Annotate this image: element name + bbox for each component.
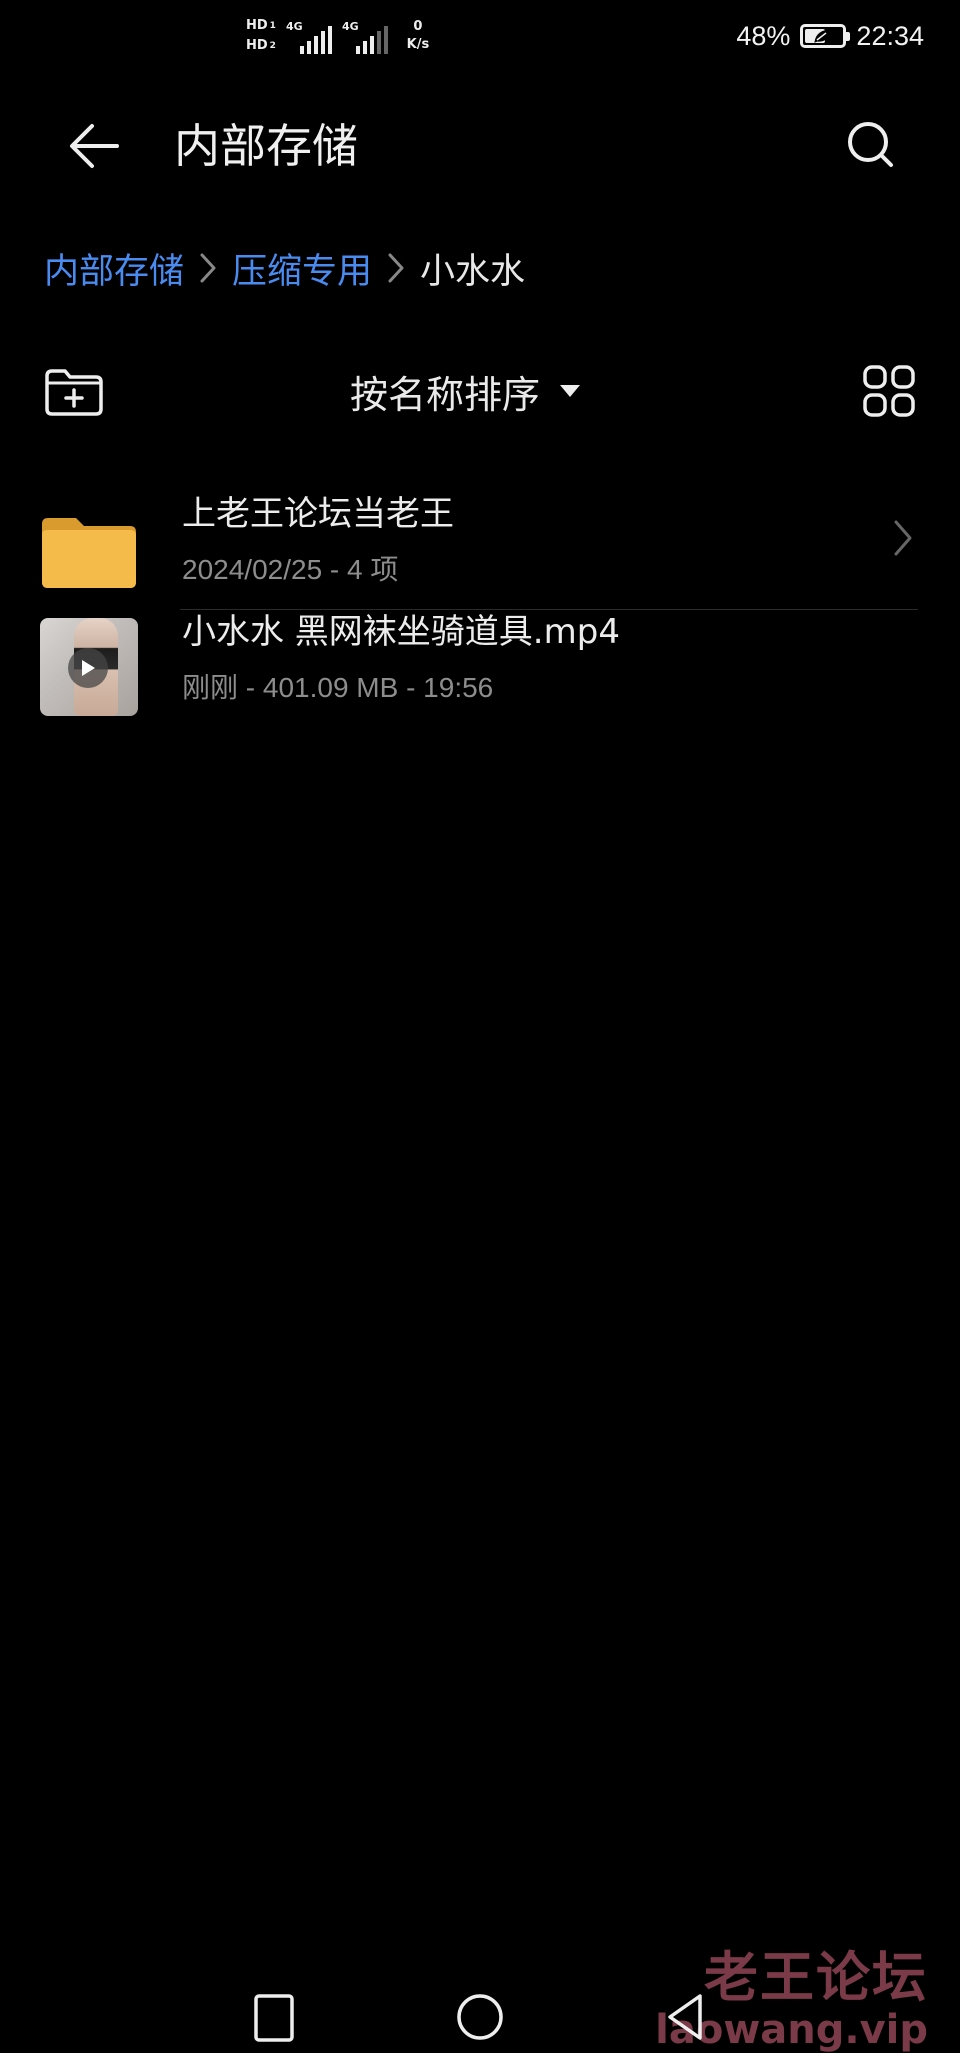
circle-icon: [457, 1994, 503, 2040]
hd-indicators: HD 1 HD 2: [246, 19, 276, 53]
new-folder-button[interactable]: [40, 362, 108, 422]
search-button[interactable]: [840, 114, 904, 178]
sort-button[interactable]: 按名称排序: [350, 362, 582, 420]
breadcrumb-compressed[interactable]: 压缩专用: [232, 243, 372, 294]
hd-1-indicator: HD 1: [246, 18, 276, 33]
network-speed: 0 K/s: [406, 19, 430, 52]
file-list: 上老王论坛当老王 2024/02/25 - 4 项 小水水 黑网袜坐骑道具.mp…: [0, 468, 960, 752]
list-item-folder[interactable]: 上老王论坛当老王 2024/02/25 - 4 项: [0, 468, 960, 610]
sim2-signal-icon: 4G: [342, 16, 388, 56]
folder-icon: [40, 502, 138, 600]
file-meta: 刚刚 - 401.09 MB - 19:56: [182, 672, 494, 703]
clock: 22:34: [856, 20, 924, 51]
chevron-right-icon: [372, 251, 420, 285]
search-icon: [848, 122, 893, 167]
chevron-right-icon: [184, 251, 232, 285]
file-meta: 2024/02/25 - 4 项: [182, 554, 399, 585]
video-thumbnail: [40, 618, 138, 716]
status-right: 48% 22:34: [736, 16, 924, 56]
status-bar: HD 1 HD 2 4G 4G 0 K/s 48% 22:34: [0, 0, 960, 70]
status-indicators: HD 1 HD 2 4G 4G 0 K/s: [246, 8, 438, 64]
square-icon: [254, 1994, 294, 2042]
list-item-video[interactable]: 小水水 黑网袜坐骑道具.mp4 刚刚 - 401.09 MB - 19:56: [0, 610, 960, 752]
sort-label: 按名称排序: [350, 372, 541, 417]
navigation-bar: [0, 1990, 960, 2044]
triangle-back-icon: [668, 1994, 702, 2040]
play-icon: [68, 648, 108, 688]
file-name: 上老王论坛当老王: [182, 494, 454, 534]
caret-down-icon: [560, 385, 581, 397]
breadcrumb-current: 小水水: [420, 251, 526, 292]
breadcrumb-internal-storage[interactable]: 内部存储: [44, 243, 184, 294]
battery-percent: 48%: [736, 20, 791, 51]
page-title: 内部存储: [174, 119, 358, 173]
sim1-signal-icon: 4G: [286, 16, 332, 56]
breadcrumb: 内部存储 压缩专用 小水水: [44, 240, 525, 296]
recent-apps-button[interactable]: [244, 1990, 304, 2050]
chevron-right-icon: [892, 518, 914, 562]
arrow-left-icon: [70, 124, 119, 168]
back-button[interactable]: [62, 114, 126, 178]
folder-plus-icon: [45, 369, 103, 416]
hd-2-indicator: HD 2: [246, 38, 276, 53]
toolbar: 按名称排序: [0, 356, 960, 426]
home-button[interactable]: [450, 1990, 510, 2050]
view-toggle-button[interactable]: [858, 360, 920, 422]
app-header: 内部存储: [0, 100, 960, 190]
grid-view-icon: [863, 365, 915, 417]
battery-icon: [800, 24, 851, 48]
file-name: 小水水 黑网袜坐骑道具.mp4: [182, 612, 620, 652]
back-nav-button[interactable]: [656, 1990, 716, 2050]
